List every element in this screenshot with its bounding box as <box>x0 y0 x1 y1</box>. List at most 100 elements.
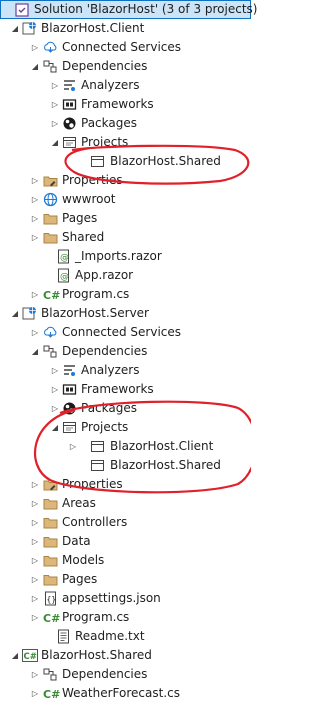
tree-row-client-packages[interactable]: ▷ Packages <box>0 114 251 133</box>
packages-icon <box>62 401 77 416</box>
program-cs-label: Program.cs <box>62 287 130 301</box>
tree-row-client-analyzers[interactable]: ▷ Analyzers <box>0 76 251 95</box>
expand-arrow-icon[interactable]: ▷ <box>30 190 40 209</box>
razor-file-icon: @ <box>56 249 71 264</box>
tree-row-server-pages[interactable]: ▷ Pages <box>0 570 251 589</box>
tree-row-client-wwwroot[interactable]: ▷ wwwroot <box>0 190 251 209</box>
tree-row-client-pages[interactable]: ▷ Pages <box>0 209 251 228</box>
expand-arrow-icon[interactable]: ▷ <box>30 570 40 589</box>
tree-row-server-packages[interactable]: ▷ Packages <box>0 399 251 418</box>
expand-arrow-icon[interactable]: ▷ <box>30 209 40 228</box>
models-label: Models <box>62 553 105 567</box>
tree-row-server-properties[interactable]: ▷ Properties <box>0 475 251 494</box>
project-reference-label: BlazorHost.Client <box>110 439 214 453</box>
expand-arrow-icon[interactable]: ▷ <box>50 76 60 95</box>
project-reference-label: BlazorHost.Shared <box>110 154 221 168</box>
packages-label: Packages <box>81 401 137 415</box>
razor-file-icon: @ <box>56 268 71 283</box>
expand-arrow-icon[interactable]: ▷ <box>68 437 78 456</box>
tree-row-solution[interactable]: Solution 'BlazorHost' (3 of 3 projects) <box>0 0 257 19</box>
tree-row-client-shared[interactable]: ▷ Shared <box>0 228 251 247</box>
expand-arrow-icon[interactable]: ▷ <box>30 665 40 684</box>
tree-row-server-project[interactable]: ◢ BlazorHost.Server <box>0 304 251 323</box>
collapse-arrow-icon[interactable]: ◢ <box>50 133 60 152</box>
tree-row-shared-dependencies[interactable]: ▷ Dependencies <box>0 665 251 684</box>
appsettings-label: appsettings.json <box>62 591 161 605</box>
project-reference-icon <box>90 439 105 454</box>
collapse-arrow-icon[interactable]: ◢ <box>30 342 40 361</box>
tree-row-client-project[interactable]: ◢ BlazorHost.Client <box>0 19 251 38</box>
tree-row-server-data[interactable]: ▷ Data <box>0 532 251 551</box>
tree-row-server-projects[interactable]: ◢ Projects <box>0 418 251 437</box>
shared-label: Shared <box>62 230 105 244</box>
expand-arrow-icon[interactable]: ▷ <box>30 285 40 304</box>
connected-services-icon <box>43 40 58 55</box>
tree-row-server-appsettings[interactable]: ▷ {} appsettings.json <box>0 589 251 608</box>
tree-row-client-properties[interactable]: ▷ Properties <box>0 171 251 190</box>
packages-icon <box>62 116 77 131</box>
csharp-project-icon: C# <box>22 648 39 663</box>
expand-arrow-icon[interactable]: ▷ <box>50 399 60 418</box>
folder-icon <box>43 230 58 245</box>
tree-row-server-frameworks[interactable]: ▷ Frameworks <box>0 380 251 399</box>
expand-arrow-icon[interactable]: ▷ <box>30 171 40 190</box>
tree-row-client-projects[interactable]: ◢ Projects <box>0 133 251 152</box>
data-label: Data <box>62 534 91 548</box>
expand-arrow-icon[interactable]: ▷ <box>30 608 40 627</box>
tree-row-server-models[interactable]: ▷ Models <box>0 551 251 570</box>
analyzers-icon <box>62 363 77 378</box>
expand-arrow-icon[interactable]: ▷ <box>50 361 60 380</box>
tree-row-server-proj-client[interactable]: ▷ BlazorHost.Client <box>0 437 251 456</box>
tree-row-server-controllers[interactable]: ▷ Controllers <box>0 513 251 532</box>
expand-arrow-icon[interactable]: ▷ <box>30 513 40 532</box>
tree-row-client-proj-shared[interactable]: BlazorHost.Shared <box>0 152 251 171</box>
dependencies-label: Dependencies <box>62 667 148 681</box>
tree-row-server-proj-shared[interactable]: BlazorHost.Shared <box>0 456 251 475</box>
dependencies-icon <box>43 667 58 682</box>
tree-row-client-app[interactable]: @ App.razor <box>0 266 251 285</box>
tree-row-server-readme[interactable]: Readme.txt <box>0 627 251 646</box>
expand-arrow-icon[interactable]: ▷ <box>50 95 60 114</box>
collapse-arrow-icon[interactable]: ◢ <box>50 418 60 437</box>
properties-folder-icon <box>43 477 58 492</box>
expand-arrow-icon[interactable]: ▷ <box>30 589 40 608</box>
tree-row-server-areas[interactable]: ▷ Areas <box>0 494 251 513</box>
projects-reference-icon <box>62 135 77 150</box>
expand-arrow-icon[interactable]: ▷ <box>30 532 40 551</box>
tree-row-shared-project[interactable]: ◢ C# BlazorHost.Shared <box>0 646 251 665</box>
collapse-arrow-icon[interactable]: ◢ <box>30 57 40 76</box>
expand-arrow-icon[interactable]: ▷ <box>30 38 40 57</box>
svg-text:@: @ <box>60 272 69 282</box>
expand-arrow-icon[interactable]: ▷ <box>30 494 40 513</box>
tree-row-client-dependencies[interactable]: ◢ Dependencies <box>0 57 251 76</box>
tree-row-server-dependencies[interactable]: ◢ Dependencies <box>0 342 251 361</box>
expand-arrow-icon[interactable]: ▷ <box>30 475 40 494</box>
expand-arrow-icon[interactable]: ▷ <box>30 323 40 342</box>
expand-arrow-icon[interactable]: ▷ <box>50 380 60 399</box>
tree-row-server-connected[interactable]: ▷ Connected Services <box>0 323 251 342</box>
tree-row-server-analyzers[interactable]: ▷ Analyzers <box>0 361 251 380</box>
svg-text:C#: C# <box>24 652 37 662</box>
project-reference-icon <box>90 154 105 169</box>
expand-arrow-icon[interactable]: ▷ <box>30 551 40 570</box>
tree-row-client-imports[interactable]: @ _Imports.razor <box>0 247 251 266</box>
dependencies-label: Dependencies <box>62 344 148 358</box>
expand-arrow-icon[interactable]: ▷ <box>30 228 40 247</box>
areas-label: Areas <box>62 496 96 510</box>
projects-label: Projects <box>81 420 129 434</box>
expand-arrow-icon[interactable]: ▷ <box>50 114 60 133</box>
tree-row-shared-weather[interactable]: ▷ C# WeatherForecast.cs <box>0 684 251 703</box>
server-project-label: BlazorHost.Server <box>41 306 149 320</box>
tree-row-client-frameworks[interactable]: ▷ Frameworks <box>0 95 251 114</box>
collapse-arrow-icon[interactable]: ◢ <box>10 646 20 665</box>
collapse-arrow-icon[interactable]: ◢ <box>10 19 20 38</box>
tree-row-client-connected[interactable]: ▷ Connected Services <box>0 38 251 57</box>
frameworks-icon <box>62 97 77 112</box>
tree-row-client-program[interactable]: ▷ C# Program.cs <box>0 285 251 304</box>
connected-services-label: Connected Services <box>62 40 182 54</box>
folder-icon <box>43 572 58 587</box>
tree-row-server-program[interactable]: ▷ C# Program.cs <box>0 608 251 627</box>
collapse-arrow-icon[interactable]: ◢ <box>10 304 20 323</box>
expand-arrow-icon[interactable]: ▷ <box>30 684 40 703</box>
frameworks-label: Frameworks <box>81 97 154 111</box>
